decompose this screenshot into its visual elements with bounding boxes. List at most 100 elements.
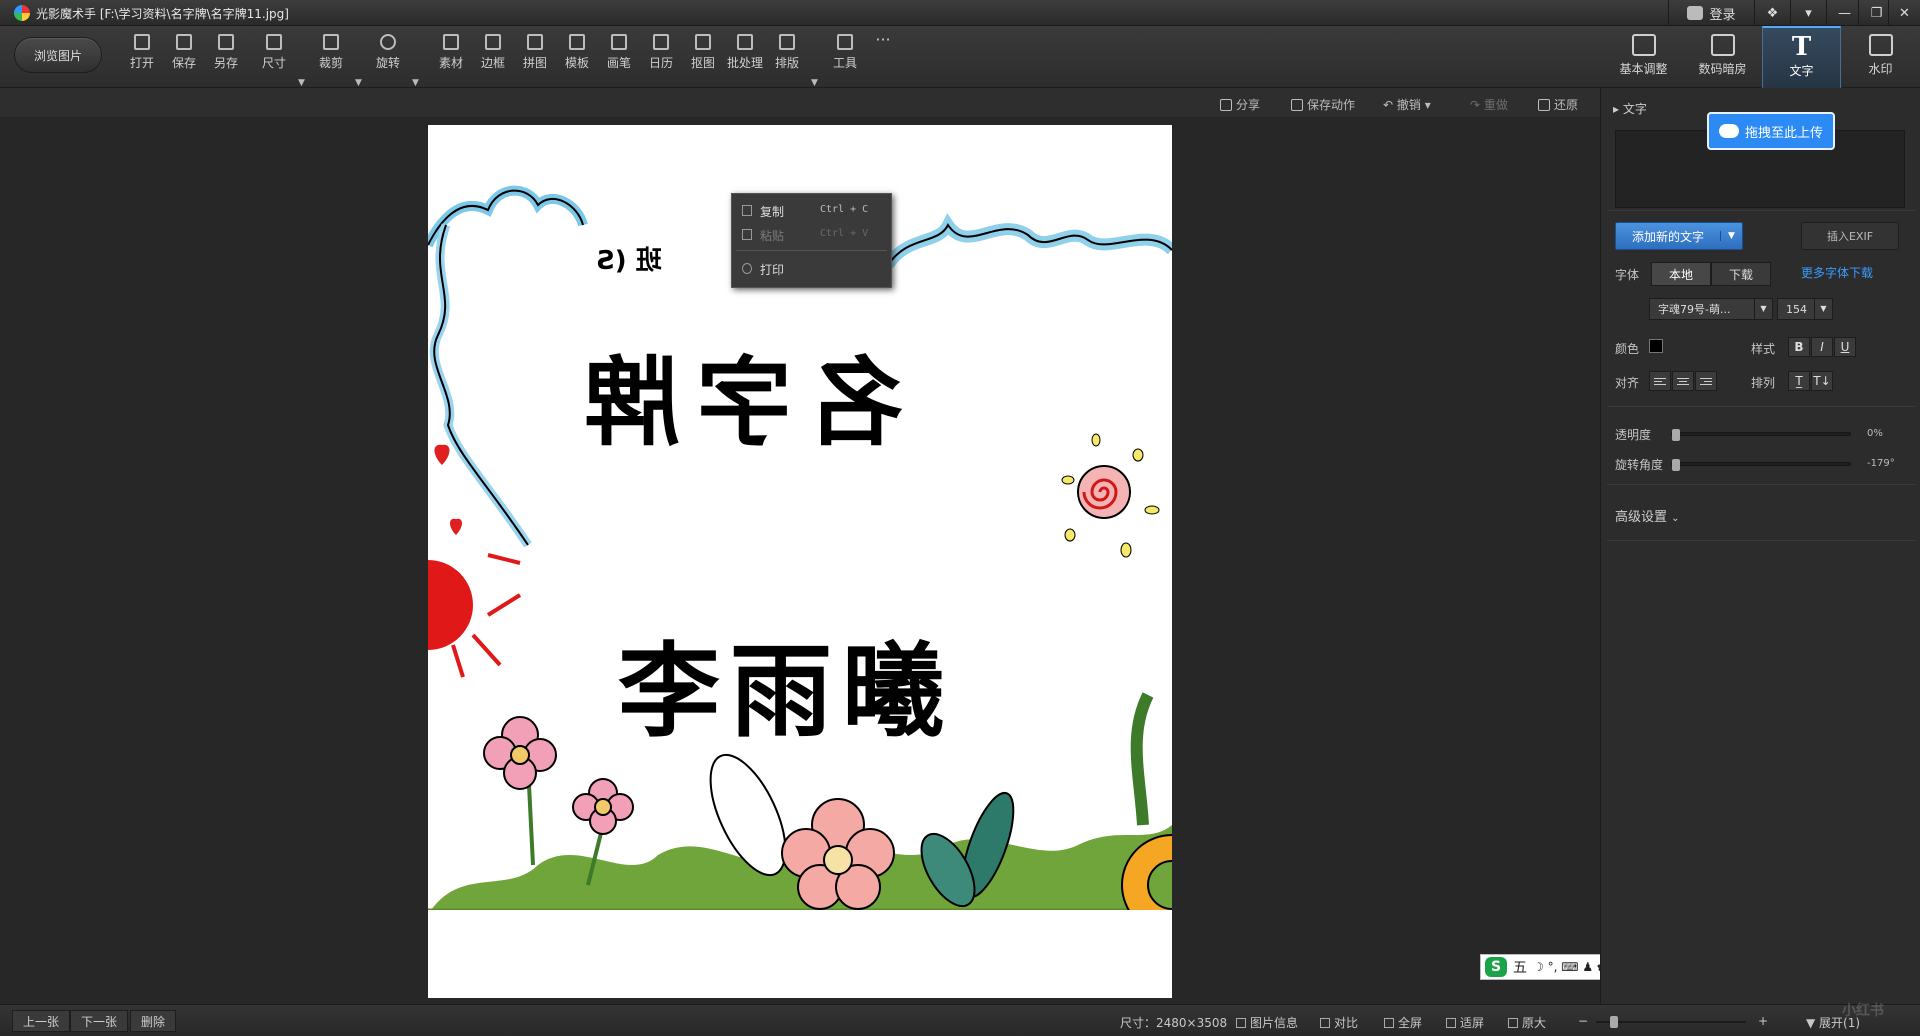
cloud-upload-button[interactable]: 拖拽至此上传 xyxy=(1707,112,1835,150)
share-button[interactable]: 分享 xyxy=(1220,96,1260,113)
camera-icon xyxy=(1710,34,1735,56)
layout-dropdown-icon[interactable]: ▼ xyxy=(811,78,818,88)
tab-watermark[interactable]: 水印 xyxy=(1841,26,1920,88)
save-as-tool[interactable]: 另存 xyxy=(206,34,246,71)
rotate-tool[interactable]: 旋转 xyxy=(368,34,408,71)
calendar-tool[interactable]: 日历 xyxy=(641,34,681,71)
font-size-select[interactable]: 154 ▼ xyxy=(1777,298,1833,320)
tab-basic-adjust[interactable]: 基本调整 xyxy=(1604,26,1683,88)
cloud-right xyxy=(883,213,1172,269)
rotation-slider-knob[interactable] xyxy=(1672,459,1680,471)
undo-dropdown-icon[interactable]: ▾ xyxy=(1425,98,1431,112)
save-action-button[interactable]: 保存动作 xyxy=(1291,96,1355,113)
border-tool[interactable]: 边框 xyxy=(473,34,513,71)
prev-image-button[interactable]: 上一张 xyxy=(12,1010,71,1032)
add-text-button[interactable]: 添加新的文字 ▼ xyxy=(1615,222,1743,250)
compare-button[interactable]: 对比 xyxy=(1320,1014,1358,1031)
layout-icon xyxy=(779,34,795,50)
italic-button[interactable]: I xyxy=(1811,337,1833,357)
open-tool[interactable]: 打开 xyxy=(122,34,162,71)
browse-images-button[interactable]: 浏览图片 xyxy=(14,37,102,73)
batch-tool[interactable]: 批处理 xyxy=(724,34,766,71)
ime-tool-icons[interactable]: ☽ °, ⌨ ♟ ✿ xyxy=(1533,960,1607,974)
more-fonts-link[interactable]: 更多字体下载 xyxy=(1801,264,1873,281)
undo-button[interactable]: ↶ 撤销 ▾ xyxy=(1383,96,1431,113)
crop-dropdown-icon[interactable]: ▼ xyxy=(355,78,362,88)
save-tool[interactable]: 保存 xyxy=(164,34,204,71)
batch-label: 批处理 xyxy=(726,56,763,70)
add-text-dropdown-icon[interactable]: ▼ xyxy=(1720,231,1742,241)
layout-tool[interactable]: 排版 xyxy=(767,34,807,71)
advanced-settings-toggle[interactable]: 高级设置 ⌄ xyxy=(1615,506,1680,525)
font-download-button[interactable]: 下载 xyxy=(1711,262,1771,286)
skin-button[interactable]: ❖ xyxy=(1754,0,1790,26)
restore-image-button[interactable]: 还原 xyxy=(1538,96,1578,113)
spiral-sun xyxy=(1077,465,1131,519)
delete-image-button[interactable]: 删除 xyxy=(130,1010,177,1032)
divider xyxy=(1607,210,1915,211)
rotate-dropdown-icon[interactable]: ▼ xyxy=(412,78,419,88)
zoom-out-button[interactable]: − xyxy=(1578,1014,1588,1028)
text-panel: ▸ 文字 添加新的文字 ▼ 插入EXIF 字体 本地 下载 更多字体下载 字魂7… xyxy=(1600,88,1920,1004)
font-family-select[interactable]: 字魂79号-萌... ▼ xyxy=(1649,298,1773,320)
bold-button[interactable]: B xyxy=(1788,337,1810,357)
crop-tool[interactable]: 裁剪 xyxy=(311,34,351,71)
close-button[interactable]: ✕ xyxy=(1888,0,1920,26)
insert-exif-button[interactable]: 插入EXIF xyxy=(1801,222,1899,250)
border-label: 边框 xyxy=(480,56,505,70)
brush-tool[interactable]: 画笔 xyxy=(599,34,639,71)
watermark-text: 小红书 xyxy=(1842,1003,1884,1019)
menu-item-paste[interactable]: 粘贴 Ctrl + V xyxy=(732,222,891,246)
next-image-button[interactable]: 下一张 xyxy=(70,1010,129,1032)
underline-button[interactable]: U xyxy=(1834,337,1856,357)
mirrored-title-text[interactable]: 名字牌 xyxy=(568,325,904,464)
fit-screen-button[interactable]: 适屏 xyxy=(1446,1014,1484,1031)
text-color-swatch[interactable] xyxy=(1649,339,1663,353)
align-left-button[interactable] xyxy=(1649,371,1671,391)
menu-item-copy[interactable]: 复制 Ctrl + C xyxy=(732,198,891,222)
menu-item-copy-shortcut: Ctrl + C xyxy=(820,204,869,215)
opacity-slider-knob[interactable] xyxy=(1672,429,1680,441)
tab-text[interactable]: T 文字 xyxy=(1762,26,1841,88)
tab-darkroom-label: 数码暗房 xyxy=(1698,62,1747,76)
cloud-outline xyxy=(428,185,588,248)
ime-mode[interactable]: 五 xyxy=(1513,957,1527,977)
paste-icon xyxy=(742,229,752,240)
image-info-button[interactable]: 图片信息 xyxy=(1236,1014,1298,1031)
rotation-slider[interactable] xyxy=(1671,459,1851,471)
text-section-title: ▸ 文字 xyxy=(1613,100,1647,117)
size-tool[interactable]: 尺寸 xyxy=(254,34,294,71)
menu-item-print[interactable]: 打印 xyxy=(732,256,891,280)
font-local-button[interactable]: 本地 xyxy=(1651,262,1711,286)
align-right-button[interactable] xyxy=(1695,371,1717,391)
zoom-in-button[interactable]: + xyxy=(1758,1014,1768,1028)
cutout-tool[interactable]: 抠图 xyxy=(683,34,723,71)
vertical-text-button[interactable]: T↓ xyxy=(1811,371,1833,391)
horizontal-text-button[interactable]: T̲ xyxy=(1788,371,1810,391)
fullscreen-icon xyxy=(1384,1018,1394,1028)
minimize-button[interactable]: — xyxy=(1826,0,1862,26)
fullscreen-button[interactable]: 全屏 xyxy=(1384,1014,1422,1031)
zoom-slider[interactable] xyxy=(1596,1016,1746,1028)
login-button[interactable]: 登录 xyxy=(1668,0,1754,26)
tab-darkroom[interactable]: 数码暗房 xyxy=(1683,26,1762,88)
redo-button[interactable]: ↷ 重做 xyxy=(1470,96,1508,113)
zoom-slider-knob[interactable] xyxy=(1610,1016,1619,1028)
share-label: 分享 xyxy=(1236,98,1261,112)
name-text[interactable]: 李雨曦 xyxy=(618,610,954,757)
cloud-icon xyxy=(1718,124,1739,138)
tools-tool[interactable]: 工具 xyxy=(825,34,865,71)
collage-tool[interactable]: 拼图 xyxy=(515,34,555,71)
material-tool[interactable]: 素材 xyxy=(431,34,471,71)
red-sun xyxy=(428,560,473,650)
more-tools[interactable]: ··· xyxy=(863,32,903,54)
original-size-button[interactable]: 原大 xyxy=(1508,1014,1546,1031)
menu-button[interactable]: ▾ xyxy=(1790,0,1826,26)
align-center-button[interactable] xyxy=(1672,371,1694,391)
mirrored-class-text[interactable]: 班 (S xyxy=(596,240,662,277)
brush-icon xyxy=(611,34,627,50)
size-dropdown-icon[interactable]: ▼ xyxy=(298,78,305,88)
opacity-slider[interactable] xyxy=(1671,429,1851,441)
template-tool[interactable]: 模板 xyxy=(557,34,597,71)
sun-petal xyxy=(1091,433,1101,447)
